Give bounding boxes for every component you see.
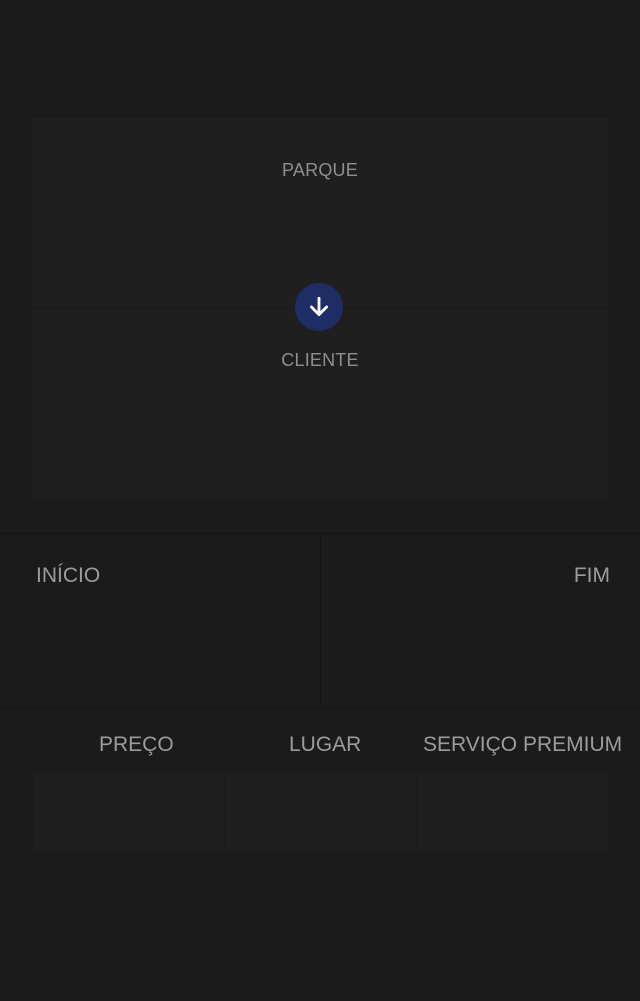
date-range: INÍCIO FIM xyxy=(0,533,640,708)
premium-service-label: SERVIÇO PREMIUM xyxy=(423,733,623,756)
app-screen: PARQUE CLIENTE INÍCIO FIM PREÇO LUGAR SE… xyxy=(0,0,640,1001)
start-date-label: INÍCIO xyxy=(36,564,101,587)
origin-label: PARQUE xyxy=(282,160,358,180)
swap-route-button[interactable] xyxy=(295,283,343,331)
origin-field[interactable]: PARQUE xyxy=(32,118,608,308)
price-field[interactable] xyxy=(34,773,224,851)
destination-field[interactable]: CLIENTE xyxy=(32,307,608,498)
options-header: PREÇO LUGAR SERVIÇO PREMIUM xyxy=(0,733,640,763)
arrow-down-icon xyxy=(310,296,328,316)
end-date-field[interactable]: FIM xyxy=(321,534,640,707)
start-date-field[interactable]: INÍCIO xyxy=(0,534,321,707)
place-label: LUGAR xyxy=(289,733,362,756)
end-date-label: FIM xyxy=(573,564,610,587)
options-fields xyxy=(34,773,608,851)
price-label: PREÇO xyxy=(99,733,174,756)
destination-label: CLIENTE xyxy=(281,350,359,370)
premium-service-field[interactable] xyxy=(418,773,608,851)
place-field[interactable] xyxy=(226,773,416,851)
route-card: PARQUE CLIENTE xyxy=(32,118,608,500)
